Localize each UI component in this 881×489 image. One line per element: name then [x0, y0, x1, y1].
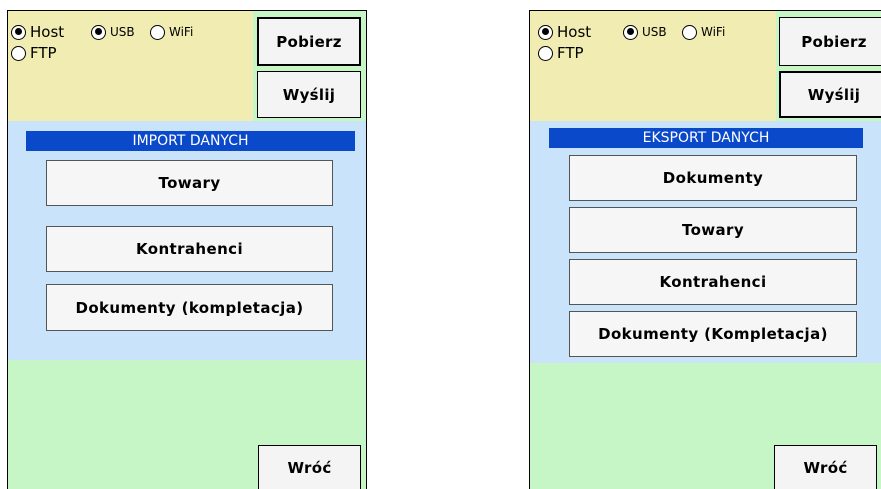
import-section: IMPORT DANYCH Towary Kontrahenci Dokumen…: [8, 121, 366, 360]
radio-ftp-label: FTP: [30, 44, 57, 62]
back-button[interactable]: Wróć: [774, 445, 877, 489]
import-contractors-button[interactable]: Kontrahenci: [46, 226, 333, 272]
export-products-button[interactable]: Towary: [569, 207, 857, 253]
back-button-label: Wróć: [803, 458, 848, 477]
download-button[interactable]: Pobierz: [257, 17, 361, 66]
menu-label: Towary: [158, 174, 221, 192]
back-button-label: Wróć: [287, 458, 332, 477]
import-screen: Host USB WiFi FTP Pobierz Wyślij IMPORT …: [7, 10, 367, 489]
menu-label: Dokumenty (Kompletacja): [598, 325, 828, 343]
menu-label: Kontrahenci: [136, 240, 243, 258]
radio-usb-indicator: [91, 24, 106, 40]
radio-host-label: Host: [30, 23, 65, 41]
menu-label: Kontrahenci: [659, 273, 767, 291]
radio-usb[interactable]: USB: [91, 23, 135, 41]
download-button[interactable]: Pobierz: [779, 17, 881, 66]
radio-ftp-indicator: [11, 45, 26, 61]
download-button-label: Pobierz: [276, 32, 342, 51]
radio-wifi-indicator: [150, 24, 165, 40]
radio-usb-indicator: [623, 24, 638, 40]
export-picking-documents-button[interactable]: Dokumenty (Kompletacja): [569, 311, 857, 357]
back-button[interactable]: Wróć: [258, 445, 361, 489]
radio-host-indicator: [538, 24, 553, 40]
radio-host[interactable]: Host: [538, 23, 591, 41]
menu-label: Dokumenty (kompletacja): [75, 298, 304, 317]
export-section: EKSPORT DANYCH Dokumenty Towary Kontrahe…: [530, 121, 881, 363]
radio-wifi[interactable]: WiFi: [682, 23, 725, 41]
send-button[interactable]: Wyślij: [779, 71, 881, 118]
connection-panel: Host USB WiFi FTP: [530, 11, 776, 121]
export-documents-button[interactable]: Dokumenty: [569, 155, 857, 201]
radio-usb-label: USB: [110, 25, 135, 39]
radio-host-label: Host: [557, 23, 592, 41]
radio-host[interactable]: Host: [11, 23, 64, 41]
radio-wifi[interactable]: WiFi: [150, 23, 193, 41]
send-button[interactable]: Wyślij: [257, 71, 361, 118]
send-button-label: Wyślij: [807, 85, 861, 104]
radio-usb[interactable]: USB: [623, 23, 667, 41]
radio-wifi-label: WiFi: [701, 25, 726, 39]
download-button-label: Pobierz: [801, 32, 867, 51]
import-documents-button[interactable]: Dokumenty (kompletacja): [46, 284, 333, 331]
section-header: EKSPORT DANYCH: [549, 128, 863, 148]
radio-ftp-indicator: [538, 45, 553, 61]
menu-label: Towary: [681, 221, 745, 239]
radio-host-indicator: [11, 24, 26, 40]
radio-ftp-label: FTP: [557, 44, 584, 62]
export-screen: Host USB WiFi FTP Pobierz Wyślij EKSPORT…: [529, 10, 881, 489]
export-contractors-button[interactable]: Kontrahenci: [569, 259, 857, 305]
menu-label: Dokumenty: [662, 169, 764, 187]
connection-panel: Host USB WiFi FTP: [8, 11, 253, 121]
import-products-button[interactable]: Towary: [46, 160, 333, 206]
section-header: IMPORT DANYCH: [26, 131, 355, 151]
radio-ftp[interactable]: FTP: [538, 44, 584, 62]
radio-wifi-label: WiFi: [169, 25, 194, 39]
radio-usb-label: USB: [642, 25, 667, 39]
radio-wifi-indicator: [682, 24, 697, 40]
radio-ftp[interactable]: FTP: [11, 44, 57, 62]
send-button-label: Wyślij: [282, 85, 336, 104]
